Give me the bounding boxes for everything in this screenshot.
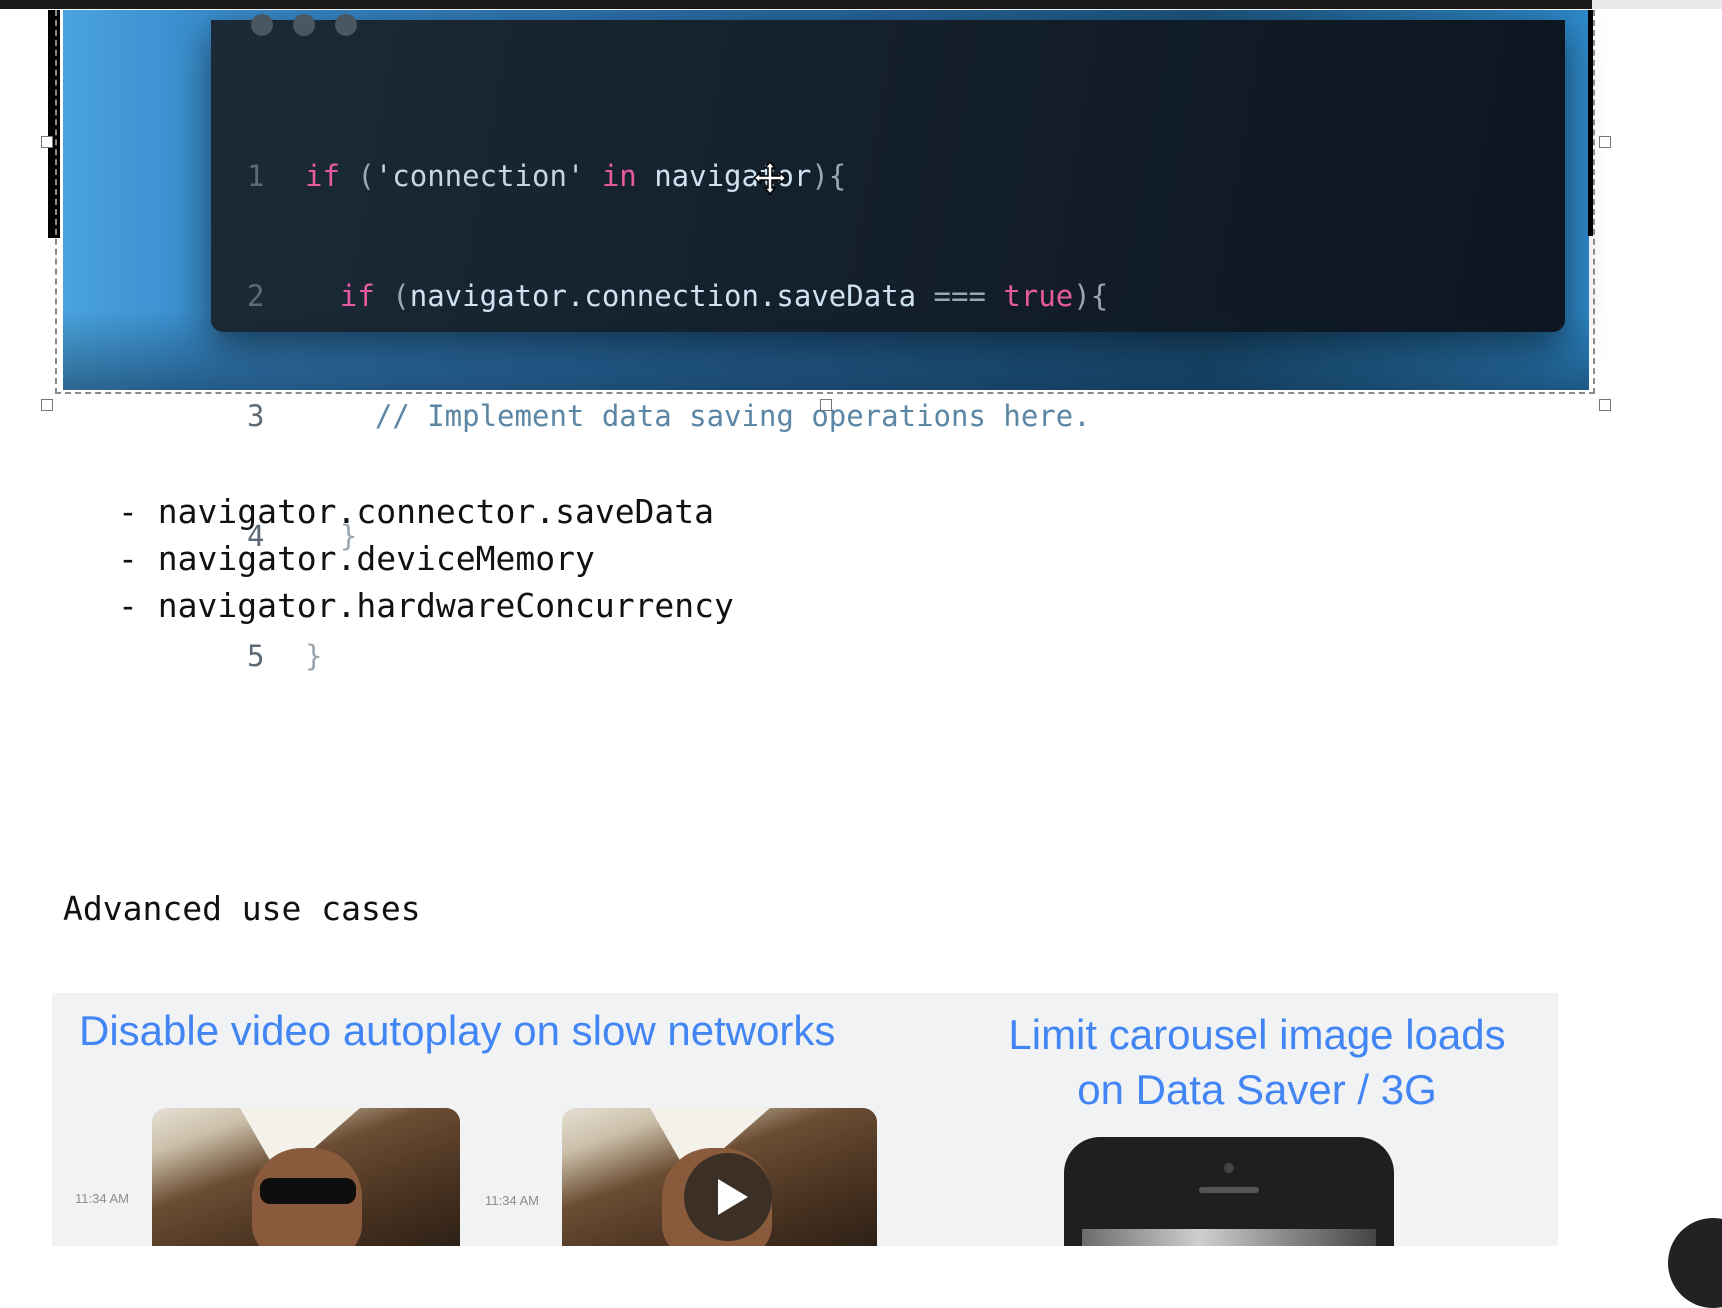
code-comment: // Implement data saving operations here… xyxy=(374,399,1091,433)
phone-speaker xyxy=(1199,1187,1259,1193)
resize-handle-right[interactable] xyxy=(1599,136,1611,148)
slide-title-right: Limit carousel image loads on Data Saver… xyxy=(957,1007,1557,1117)
timestamp: 11:34 AM xyxy=(485,1193,539,1208)
slide-title-right-line2: on Data Saver / 3G xyxy=(1077,1066,1437,1113)
list-item[interactable]: - navigator.connector.saveData xyxy=(118,488,734,535)
top-bar xyxy=(0,0,1722,9)
line-number: 5 xyxy=(247,639,265,673)
top-bar-right xyxy=(1592,0,1722,9)
video-thumbnail xyxy=(152,1108,460,1246)
phone-camera xyxy=(1224,1163,1234,1173)
code-brace: } xyxy=(305,639,323,673)
timestamp: 11:34 AM xyxy=(75,1191,129,1206)
code-line: 3 // Implement data saving operations he… xyxy=(247,396,1108,436)
video-thumbnail-paused xyxy=(562,1108,877,1246)
play-icon xyxy=(684,1153,772,1241)
slide-image[interactable]: Disable video autoplay on slow networks … xyxy=(52,993,1558,1246)
line-number: 3 xyxy=(247,399,265,433)
code-line: 5} xyxy=(247,636,1108,676)
selection-border xyxy=(55,10,1595,394)
resize-handle-bottom-right[interactable] xyxy=(1599,399,1611,411)
resize-handle-bottom[interactable] xyxy=(820,399,832,411)
phone-image xyxy=(1064,1137,1394,1246)
corner-shape xyxy=(1668,1218,1722,1308)
list-item[interactable]: - navigator.hardwareConcurrency xyxy=(118,582,734,629)
resize-handle-bottom-left[interactable] xyxy=(41,399,53,411)
resize-handle-left[interactable] xyxy=(41,136,53,148)
bullet-list: - navigator.connector.saveData - navigat… xyxy=(118,488,734,629)
move-cursor-icon xyxy=(752,160,788,196)
slide-title-right-line1: Limit carousel image loads xyxy=(1008,1011,1506,1058)
slide-title-left: Disable video autoplay on slow networks xyxy=(79,1007,836,1054)
phone-screen xyxy=(1082,1229,1376,1246)
list-item[interactable]: - navigator.deviceMemory xyxy=(118,535,734,582)
section-heading[interactable]: Advanced use cases xyxy=(63,889,421,928)
sunglasses xyxy=(260,1178,356,1204)
